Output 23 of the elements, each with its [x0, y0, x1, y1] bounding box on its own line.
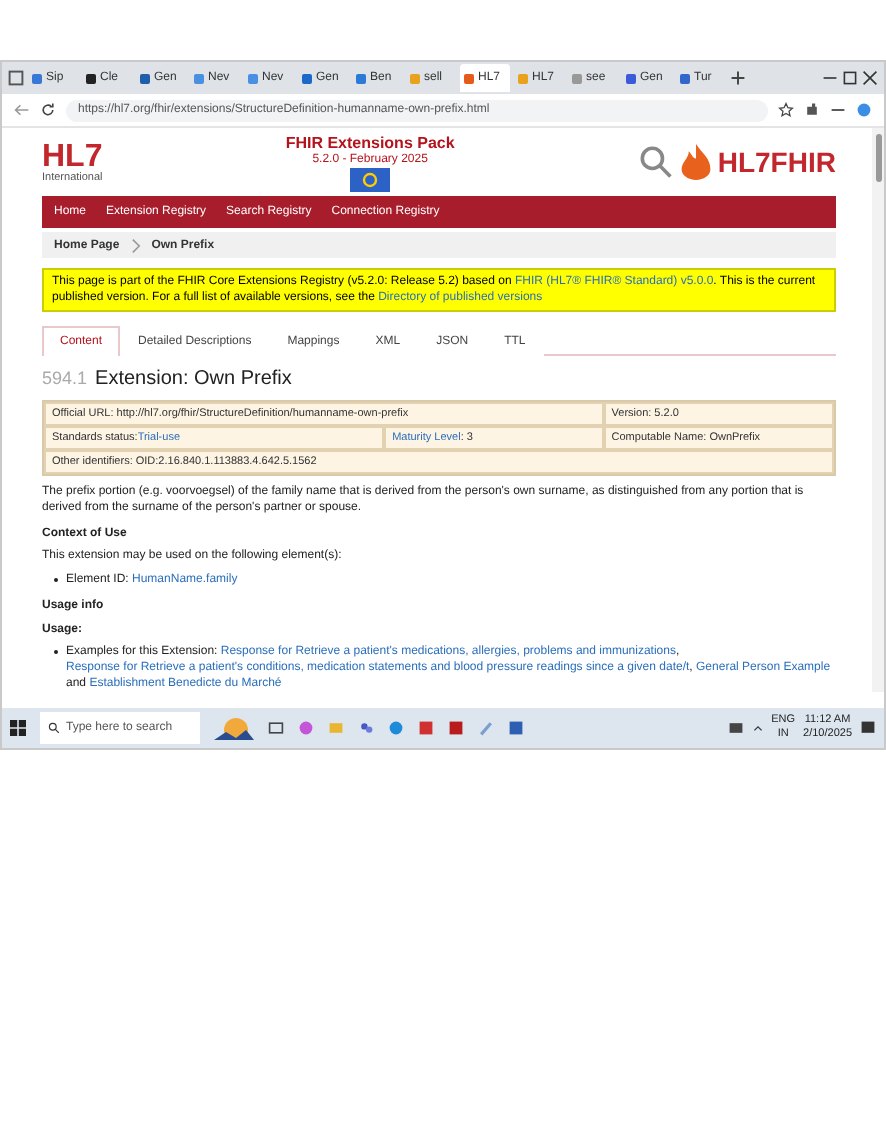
maximize-icon[interactable] [842, 70, 858, 86]
new-tab-icon[interactable] [730, 70, 746, 86]
back-icon[interactable] [14, 102, 30, 118]
flag-icon [350, 167, 391, 191]
hl7-logo[interactable]: HL7 [42, 141, 103, 171]
people-icon[interactable] [358, 720, 374, 736]
section-number: 594.1 [42, 368, 88, 388]
chevron-icon [127, 237, 144, 253]
search-icon[interactable] [48, 722, 60, 734]
weather-icon[interactable] [214, 716, 254, 740]
app-icon[interactable] [508, 720, 524, 736]
scrollbar-thumb[interactable] [875, 134, 881, 182]
fhir-logo[interactable]: HL7FHIR [717, 146, 836, 178]
chevron-up-icon[interactable] [751, 722, 764, 734]
refresh-icon[interactable] [40, 102, 56, 118]
app-icon[interactable] [298, 720, 314, 736]
star-icon[interactable] [778, 102, 794, 118]
task-view-icon[interactable] [268, 720, 284, 736]
page-title: FHIR Extensions Pack [285, 133, 455, 151]
windows-icon[interactable] [10, 720, 26, 736]
close-icon[interactable] [862, 70, 878, 86]
extension-title: Extension: Own Prefix [95, 368, 292, 390]
browser-icon[interactable] [388, 720, 404, 736]
